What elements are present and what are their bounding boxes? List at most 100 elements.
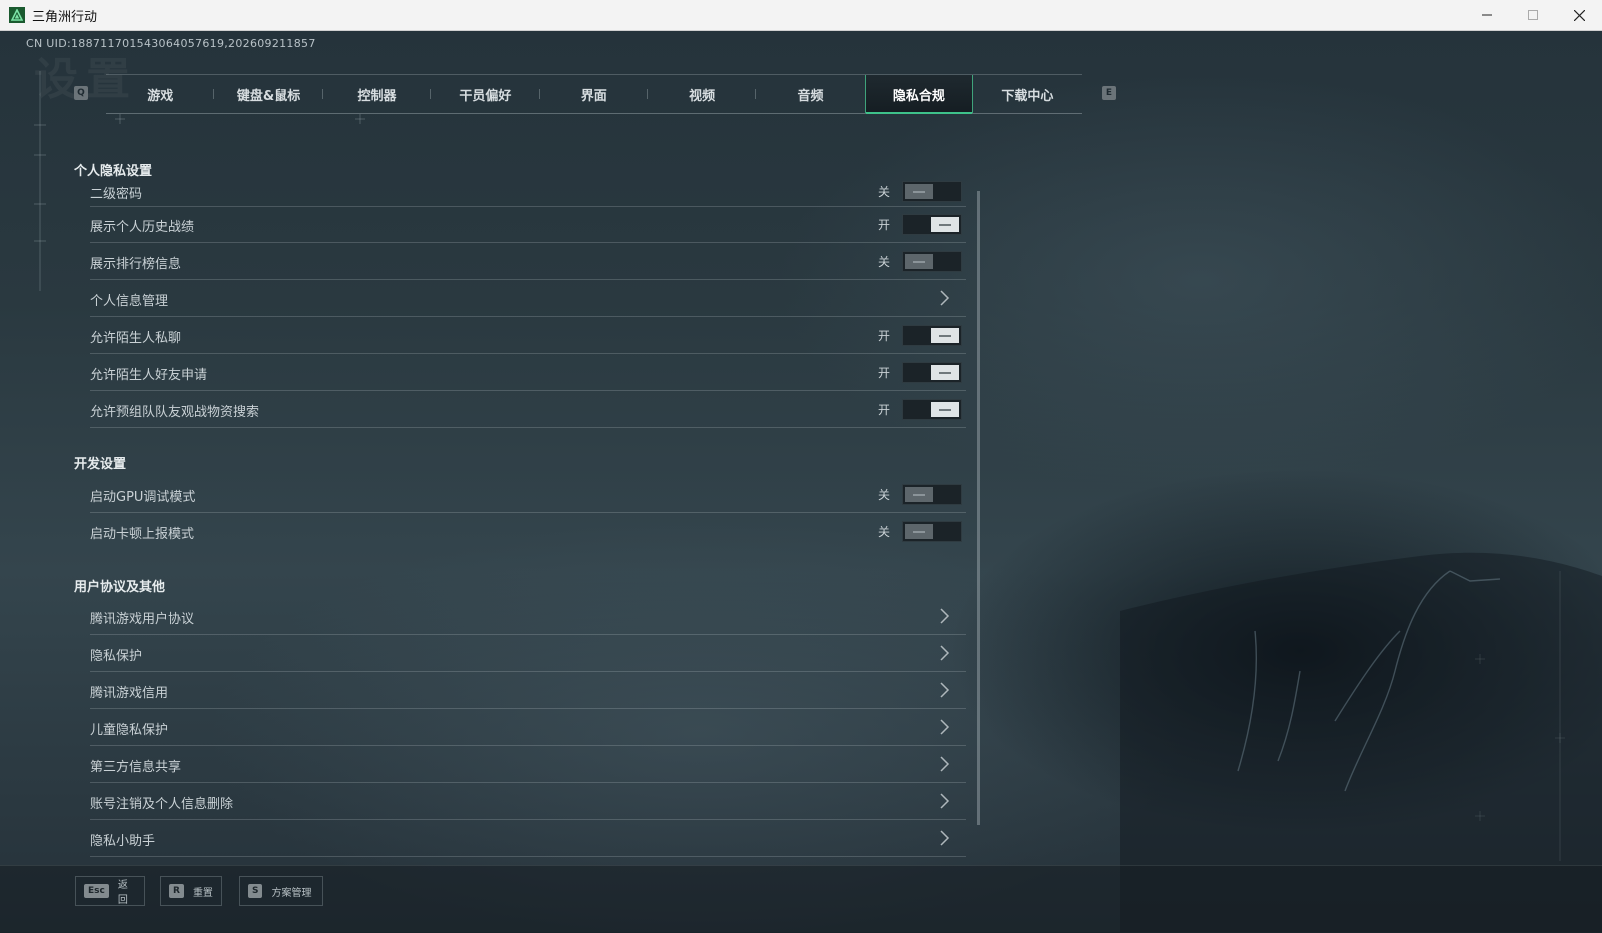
setting-label: 腾讯游戏信用 <box>90 686 169 701</box>
setting-label: 账号注销及个人信息删除 <box>90 797 234 812</box>
tab-next-key[interactable]: E <box>1102 86 1116 100</box>
button-label: 方案管理 <box>271 887 312 899</box>
setting-row-stranger-friend-request[interactable]: 允许陌生人好友申请 开 <box>90 355 966 391</box>
link-row-privacy-protection[interactable]: 隐私保护 <box>90 636 966 672</box>
tab-interface[interactable]: 界面 <box>540 75 648 113</box>
window-title-bar: 三角洲行动 <box>0 0 1602 31</box>
toggle-state-text: 关 <box>878 488 891 502</box>
game-viewport: 设置 CN UID:18871170154306405761​9,2026092… <box>0 31 1602 932</box>
tab-privacy-compliance[interactable]: 隐私合规 <box>864 75 974 114</box>
tab-download-center[interactable]: 下载中心 <box>973 75 1081 113</box>
setting-label: 展示排行榜信息 <box>90 257 182 272</box>
key-hint: S <box>248 884 263 898</box>
chevron-right-icon <box>940 290 950 306</box>
tab-keyboard-mouse[interactable]: 键盘&鼠标 <box>214 75 323 113</box>
setting-row-show-leaderboard[interactable]: 展示排行榜信息 关 <box>90 244 966 280</box>
window-title: 三角洲行动 <box>32 9 98 25</box>
tab-label: 音频 <box>797 88 824 104</box>
toggle-switch[interactable] <box>902 214 962 235</box>
setting-label: 个人信息管理 <box>90 294 169 309</box>
setting-label: 展示个人历史战绩 <box>90 220 195 235</box>
chevron-right-icon <box>940 793 950 809</box>
link-row-third-party-sharing[interactable]: 第三方信息共享 <box>90 747 966 783</box>
key-hint: Esc <box>84 884 109 898</box>
setting-label: 允许预组队队友观战物资搜索 <box>90 405 260 420</box>
tab-controller[interactable]: 控制器 <box>323 75 432 113</box>
setting-label: 儿童隐私保护 <box>90 723 169 738</box>
toggle-switch[interactable] <box>902 181 962 202</box>
toggle-state-text: 关 <box>878 185 891 199</box>
toggle-state-text: 开 <box>878 218 891 232</box>
toggle-switch[interactable] <box>902 251 962 272</box>
toggle-state-text: 关 <box>878 525 891 539</box>
setting-row-secondary-password[interactable]: 二级密码 关 <box>90 177 966 207</box>
tab-label: 界面 <box>580 88 607 104</box>
toggle-state-text: 关 <box>878 255 891 269</box>
minimize-icon <box>1482 14 1492 16</box>
tab-label: 游戏 <box>147 88 174 104</box>
setting-label: 第三方信息共享 <box>90 760 182 775</box>
tab-prev-key[interactable]: Q <box>74 86 88 100</box>
setting-row-personal-info[interactable]: 个人信息管理 <box>90 281 966 317</box>
setting-row-gpu-debug[interactable]: 启动GPU调试模式 关 <box>90 477 966 513</box>
tab-audio[interactable]: 音频 <box>756 75 864 113</box>
setting-label: 二级密码 <box>90 187 143 202</box>
maximize-icon <box>1528 10 1538 20</box>
setting-label: 允许陌生人好友申请 <box>90 368 208 383</box>
setting-label: 腾讯游戏用户协议 <box>90 612 195 627</box>
chevron-right-icon <box>940 645 950 661</box>
chevron-right-icon <box>940 756 950 772</box>
setting-label: 隐私小助手 <box>90 834 156 849</box>
button-label: 重置 <box>192 887 213 899</box>
link-row-game-credit[interactable]: 腾讯游戏信用 <box>90 673 966 709</box>
settings-tabs: 游戏 键盘&鼠标 控制器 干员偏好 界面 视频 音频 隐私合规 下载中心 <box>106 74 1082 114</box>
chevron-right-icon <box>940 682 950 698</box>
section-title-agreements: 用户协议及其他 <box>74 580 166 595</box>
tab-operator-preferences[interactable]: 干员偏好 <box>431 75 540 113</box>
minimize-button[interactable] <box>1464 0 1510 30</box>
maximize-button[interactable] <box>1510 0 1556 30</box>
close-icon <box>1573 9 1585 21</box>
toggle-switch[interactable] <box>902 521 962 542</box>
toggle-switch[interactable] <box>902 399 962 420</box>
tab-label: 干员偏好 <box>459 88 512 104</box>
toggle-state-text: 开 <box>878 403 891 417</box>
section-title-dev: 开发设置 <box>74 457 127 472</box>
link-row-child-privacy[interactable]: 儿童隐私保护 <box>90 710 966 746</box>
tab-video[interactable]: 视频 <box>648 75 757 113</box>
tab-label: 视频 <box>689 88 716 104</box>
chevron-right-icon <box>940 830 950 846</box>
chevron-right-icon <box>940 719 950 735</box>
setting-row-show-history[interactable]: 展示个人历史战绩 开 <box>90 207 966 243</box>
tab-label: 键盘&鼠标 <box>236 88 301 104</box>
setting-row-teammate-spectate[interactable]: 允许预组队队友观战物资搜索 开 <box>90 392 966 428</box>
toggle-switch[interactable] <box>902 325 962 346</box>
key-hint: R <box>169 884 184 898</box>
tab-game[interactable]: 游戏 <box>106 75 215 113</box>
setting-row-stranger-chat[interactable]: 允许陌生人私聊 开 <box>90 318 966 354</box>
link-row-privacy-assistant[interactable]: 隐私小助手 <box>90 821 966 857</box>
link-row-user-agreement[interactable]: 腾讯游戏用户协议 <box>90 599 966 635</box>
uid-label: CN UID:18871170154306405761​9,2026092118… <box>26 37 316 50</box>
setting-label: 隐私保护 <box>90 649 143 664</box>
setting-row-lag-report[interactable]: 启动卡顿上报模式 关 <box>90 514 966 550</box>
setting-label: 允许陌生人私聊 <box>90 331 182 346</box>
button-label: 返回 <box>117 880 128 906</box>
toggle-state-text: 开 <box>878 329 891 343</box>
toggle-switch[interactable] <box>902 484 962 505</box>
tab-label: 控制器 <box>357 88 397 104</box>
setting-label: 启动GPU调试模式 <box>90 490 196 505</box>
bottom-action-bar: Esc 返回 R 重置 S 方案管理 <box>0 865 1602 933</box>
toggle-state-text: 开 <box>878 366 891 380</box>
chevron-right-icon <box>940 608 950 624</box>
tab-label: 隐私合规 <box>892 88 945 104</box>
setting-label: 启动卡顿上报模式 <box>90 527 195 542</box>
scheme-management-button[interactable]: S 方案管理 <box>239 876 323 906</box>
reset-button[interactable]: R 重置 <box>160 876 222 906</box>
close-button[interactable] <box>1556 0 1602 30</box>
toggle-switch[interactable] <box>902 362 962 383</box>
link-row-account-deletion[interactable]: 账号注销及个人信息删除 <box>90 784 966 820</box>
tab-label: 下载中心 <box>1001 88 1054 104</box>
back-button[interactable]: Esc 返回 <box>75 876 145 906</box>
settings-scrollbar[interactable] <box>977 191 980 825</box>
